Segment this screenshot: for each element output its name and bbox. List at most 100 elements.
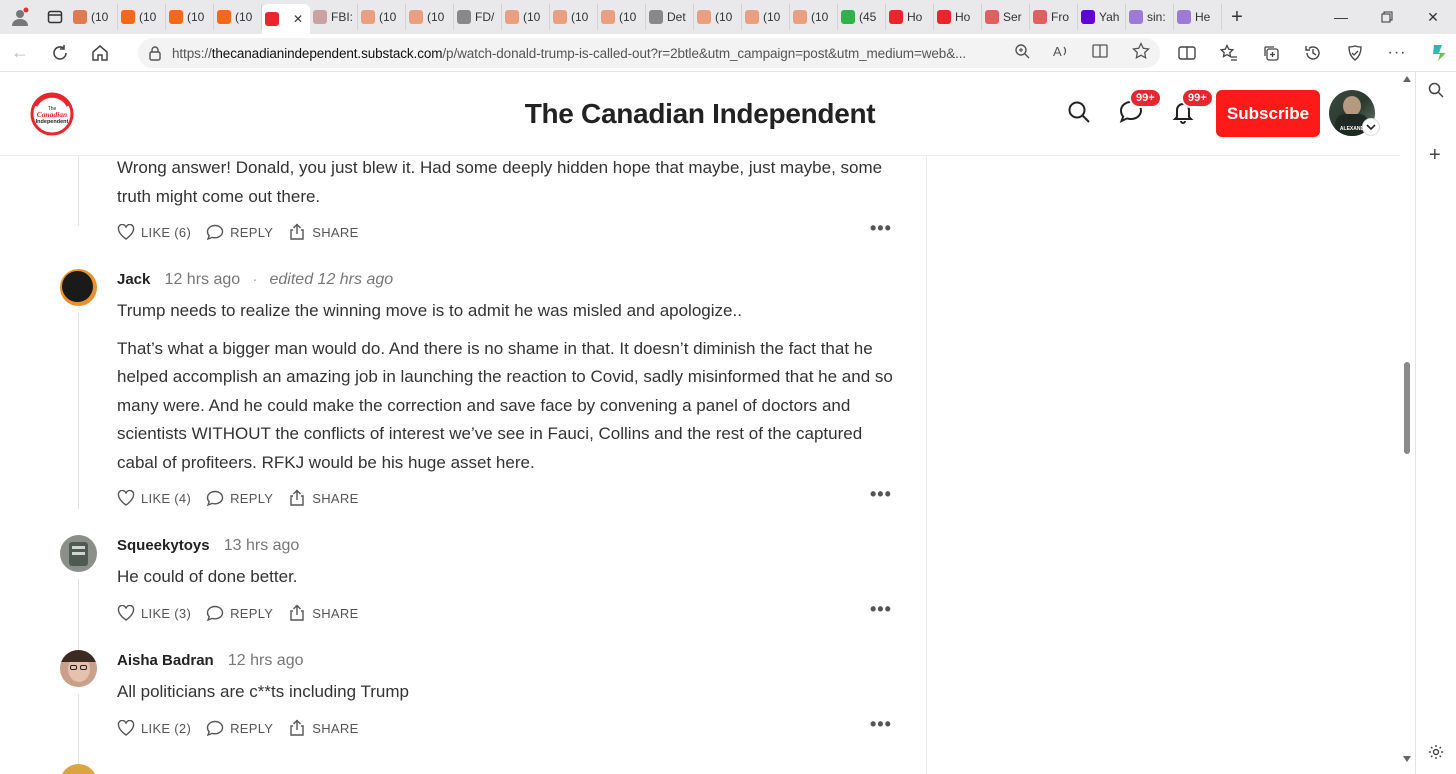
- scroll-down-arrow-icon[interactable]: [1403, 756, 1411, 762]
- scroll-thumb[interactable]: [1404, 362, 1410, 454]
- comment-actions: LIKE (6) REPLY SHARE: [117, 223, 374, 241]
- reply-button[interactable]: REPLY: [206, 720, 273, 736]
- more-options-button[interactable]: •••: [870, 599, 892, 620]
- tab-title: sin:: [1147, 10, 1166, 24]
- commenter-avatar[interactable]: [60, 535, 97, 572]
- sidebar-search-icon[interactable]: [1428, 82, 1444, 98]
- share-button[interactable]: SHARE: [288, 719, 358, 737]
- like-button[interactable]: LIKE (4): [117, 490, 191, 506]
- lock-icon[interactable]: [138, 45, 172, 61]
- read-aloud-icon[interactable]: A: [1052, 43, 1070, 64]
- restore-icon[interactable]: [1364, 0, 1410, 34]
- like-button[interactable]: LIKE (6): [117, 224, 191, 240]
- settings-more-icon[interactable]: ···: [1376, 44, 1418, 62]
- back-icon[interactable]: ←: [0, 34, 40, 72]
- close-window-icon[interactable]: ✕: [1410, 0, 1456, 34]
- browser-tab[interactable]: (10: [598, 4, 646, 30]
- browser-tab[interactable]: Det: [646, 4, 694, 30]
- reply-button[interactable]: REPLY: [206, 605, 273, 621]
- split-screen-icon[interactable]: [1166, 45, 1208, 61]
- history-icon[interactable]: [1292, 44, 1334, 62]
- chevron-down-icon: [1366, 124, 1376, 131]
- search-icon: [1068, 101, 1090, 123]
- browser-tab[interactable]: (10: [694, 4, 742, 30]
- share-button[interactable]: SHARE: [288, 604, 358, 622]
- sidebar-add-icon[interactable]: +: [1429, 144, 1441, 167]
- browser-tab[interactable]: ✕: [262, 4, 310, 34]
- reply-button[interactable]: REPLY: [206, 490, 273, 506]
- browser-tab[interactable]: Fro: [1030, 4, 1078, 30]
- favorite-star-icon[interactable]: [1132, 41, 1150, 65]
- page-scrollbar[interactable]: [1400, 72, 1415, 774]
- address-bar[interactable]: https://thecanadianindependent.substack.…: [138, 38, 1160, 68]
- browser-tab[interactable]: Yah: [1078, 4, 1126, 30]
- url-text[interactable]: https://thecanadianindependent.substack.…: [172, 46, 992, 61]
- profile-icon[interactable]: [0, 0, 40, 34]
- home-icon[interactable]: [80, 34, 120, 72]
- commenter-avatar[interactable]: [60, 269, 97, 306]
- browser-tab[interactable]: FBI:: [310, 4, 358, 30]
- like-button[interactable]: LIKE (2): [117, 720, 191, 736]
- browser-tab[interactable]: (10: [790, 4, 838, 30]
- speech-bubble-icon: [206, 720, 224, 736]
- browser-tab[interactable]: sin:: [1126, 4, 1174, 30]
- comment-body: Wrong answer! Donald, you just blew it. …: [117, 154, 907, 220]
- refresh-icon[interactable]: [40, 34, 80, 72]
- account-menu-button[interactable]: [1362, 118, 1380, 136]
- browser-tab[interactable]: (45: [838, 4, 886, 30]
- new-tab-button[interactable]: +: [1222, 6, 1252, 29]
- tab-title: (10: [523, 10, 541, 24]
- commenter-avatar[interactable]: [60, 764, 97, 774]
- more-options-button[interactable]: •••: [870, 714, 892, 735]
- commenter-name[interactable]: Jack: [117, 271, 150, 288]
- commenter-name[interactable]: Aisha Badran: [117, 652, 214, 669]
- notifications-button[interactable]: 99+: [1171, 88, 1214, 129]
- scroll-up-arrow-icon[interactable]: [1403, 76, 1411, 82]
- comment-time[interactable]: 13 hrs ago: [224, 537, 300, 554]
- browser-tab[interactable]: (10: [406, 4, 454, 30]
- close-tab-icon[interactable]: ✕: [293, 12, 303, 26]
- browser-tab[interactable]: (10: [70, 4, 118, 30]
- chat-button[interactable]: 99+: [1119, 88, 1162, 129]
- browser-tab[interactable]: FD/: [454, 4, 502, 30]
- browser-tab[interactable]: (10: [214, 4, 262, 30]
- sidebar-settings-icon[interactable]: [1428, 744, 1444, 760]
- favorites-icon[interactable]: [1208, 44, 1250, 62]
- share-button[interactable]: SHARE: [288, 223, 358, 241]
- browser-tab[interactable]: Ho: [934, 4, 982, 30]
- collections-icon[interactable]: [1250, 44, 1292, 62]
- substack-icon: [745, 10, 759, 24]
- browser-tab[interactable]: (10: [166, 4, 214, 30]
- browser-tab[interactable]: (10: [742, 4, 790, 30]
- commenter-avatar[interactable]: [60, 650, 97, 687]
- browser-tab[interactable]: (10: [550, 4, 598, 30]
- zoom-icon[interactable]: [1014, 43, 1030, 64]
- subscribe-button[interactable]: Subscribe: [1216, 90, 1320, 137]
- immersive-reader-icon[interactable]: [1092, 43, 1110, 64]
- comment-time[interactable]: 12 hrs ago: [165, 271, 241, 288]
- more-options-button[interactable]: •••: [870, 218, 892, 239]
- browser-essentials-icon[interactable]: [1334, 44, 1376, 62]
- copilot-icon[interactable]: [1418, 42, 1456, 64]
- speech-bubble-icon: [206, 490, 224, 506]
- share-button[interactable]: SHARE: [288, 489, 358, 507]
- like-button[interactable]: LIKE (3): [117, 605, 191, 621]
- tab-title: (10: [91, 10, 109, 24]
- substack-icon: [505, 10, 519, 24]
- tab-title: FD/: [475, 10, 495, 24]
- substack-icon: [121, 10, 135, 24]
- browser-tab[interactable]: Ser: [982, 4, 1030, 30]
- more-options-button[interactable]: •••: [870, 484, 892, 505]
- commenter-name[interactable]: Squeekytoys: [117, 537, 210, 554]
- minimize-icon[interactable]: —: [1318, 0, 1364, 34]
- browser-tab[interactable]: (10: [358, 4, 406, 30]
- browser-tab[interactable]: Ho: [886, 4, 934, 30]
- reply-button[interactable]: REPLY: [206, 224, 273, 240]
- workspaces-icon[interactable]: [40, 0, 70, 34]
- search-button[interactable]: [1067, 100, 1091, 129]
- substack-icon: [73, 10, 87, 24]
- browser-tab[interactable]: (10: [118, 4, 166, 30]
- browser-tab[interactable]: (10: [502, 4, 550, 30]
- comment-time[interactable]: 12 hrs ago: [228, 652, 304, 669]
- browser-tab[interactable]: He: [1174, 4, 1222, 30]
